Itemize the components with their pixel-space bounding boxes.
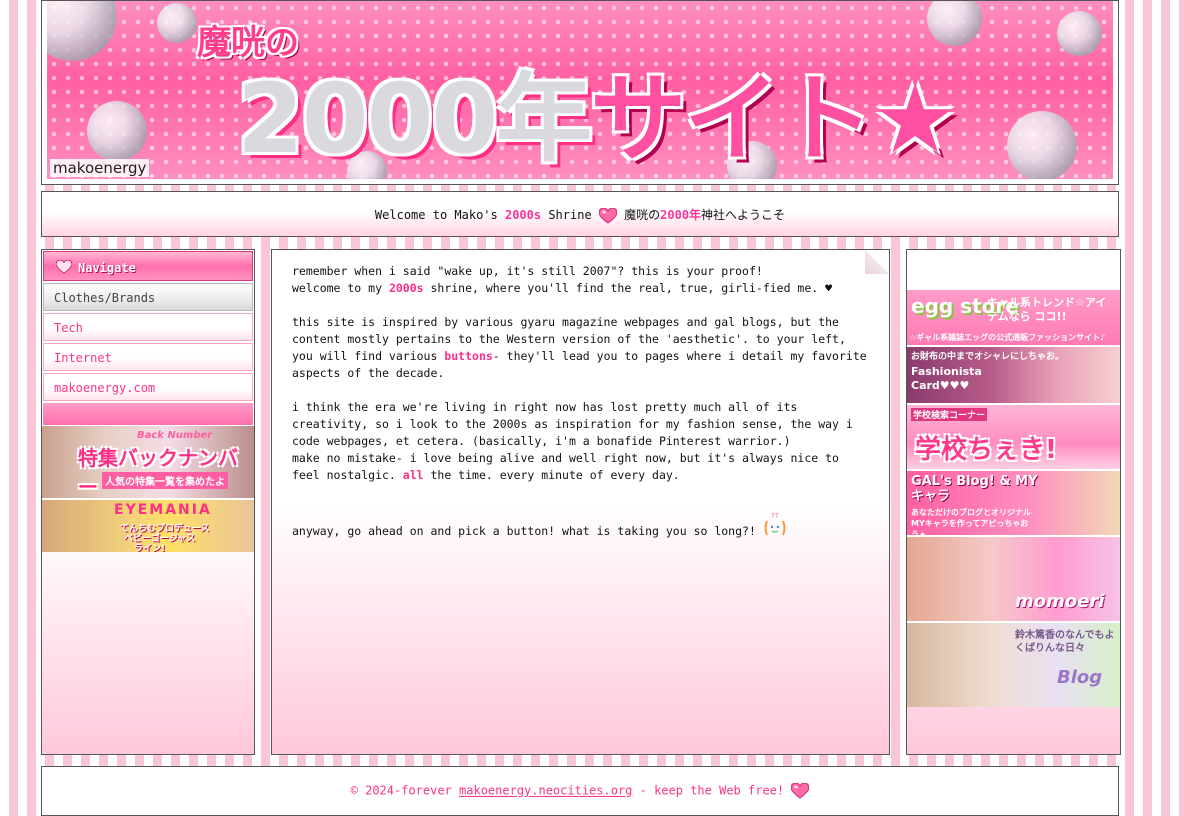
banner-title-site: サイト★ — [590, 63, 958, 175]
ad-fashionista-caption: お財布の中までオシャレにしちゃお。 — [911, 352, 1065, 362]
svg-text:??: ?? — [771, 512, 779, 520]
ad-momoeri-title: momoeri — [1015, 591, 1105, 612]
ad-egg-store-caption: キャル系トレンド☆アイテムなら ココ!! — [987, 296, 1107, 323]
confused-emoticon-icon: ?? — [764, 512, 786, 536]
inspiration-paragraph: this site is inspired by various gyaru m… — [292, 314, 869, 382]
nav-header: Navigate — [43, 251, 253, 281]
ad-egg-store-sub: ☆ギャル系雑誌エッグの公式通販ファッションサイト♪ — [909, 333, 1106, 342]
ad-back-number[interactable]: Back Number 特集バックナンバー 人気の特集一覧を集めたよ — [42, 426, 254, 498]
ad-school-caption: 学校検索コーナー — [911, 408, 988, 421]
footer: © 2024-forever makoenergy.neocities.org … — [41, 766, 1119, 816]
ad-momoeri[interactable]: momoeri — [907, 535, 1120, 621]
heart-icon — [791, 783, 810, 799]
welcome-jp-b: 神社へようこそ — [701, 208, 786, 222]
ad-blog-title: Blog — [1057, 667, 1103, 688]
ad-fashionista-title: Fashionista Card♥♥♥ — [911, 365, 982, 392]
ad-egg-store[interactable]: egg store キャル系トレンド☆アイテムなら ココ!! ☆ギャル系雑誌エッ… — [907, 288, 1120, 345]
banner-image: 魔咣の 2000年サイト★ makoenergy — [47, 1, 1113, 179]
ad-fashionista-card[interactable]: お財布の中までオシャレにしちゃお。 Fashionista Card♥♥♥ — [907, 345, 1120, 403]
era-text-2b: the time. every minute of every day. — [423, 468, 680, 482]
closing-text: anyway, go ahead on and pick a button! w… — [292, 524, 756, 538]
sparkle-decoration — [1007, 111, 1077, 179]
sparkle-decoration — [927, 1, 982, 46]
banner-credit: makoenergy — [50, 159, 150, 177]
nav-item-tech[interactable]: Tech — [43, 313, 253, 341]
ad-blog[interactable]: 鈴木篤香のなんでもよくばりんな日々 Blog — [907, 621, 1120, 707]
welcome-suffix: Shrine — [541, 208, 599, 222]
welcome-jp-highlight: 2000年 — [660, 208, 702, 222]
nav-title: Navigate — [78, 261, 136, 275]
heart-icon — [56, 260, 72, 274]
welcome-bar: Welcome to Mako's 2000s Shrine 魔咣の2000年神… — [41, 191, 1119, 237]
header-banner: 魔咣の 2000年サイト★ makoenergy — [41, 0, 1119, 185]
footer-link[interactable]: makoenergy.neocities.org — [459, 784, 632, 798]
buttons-highlight: buttons — [444, 349, 493, 363]
ad-back-number-subtitle: 人気の特集一覧を集めたよ — [102, 472, 228, 489]
intro-line-1: remember when i said "wake up, it's stil… — [292, 264, 763, 278]
welcome-highlight: 2000s — [504, 208, 542, 222]
era-text-1: i think the era we're living in right no… — [292, 400, 853, 448]
footer-prefix: © 2024-forever — [350, 783, 460, 798]
ad-school-check[interactable]: 学校検索コーナー 学校ちぇき! — [907, 403, 1120, 469]
era-paragraph: i think the era we're living in right no… — [292, 399, 869, 484]
intro-line-2a: welcome to my — [292, 281, 389, 295]
nav-item-internet[interactable]: Internet — [43, 343, 253, 371]
ad-gals-blog[interactable]: GAL's Blog! & MYキャラ あなただけのブログとオリジナルMYキャラ… — [907, 469, 1120, 535]
ad-blog-caption: 鈴木篤香のなんでもよくばりんな日々 — [1015, 630, 1115, 654]
intro-line-2b: shrine, where you'll find the real, true… — [423, 281, 833, 295]
welcome-prefix: Welcome to Mako's — [374, 208, 505, 222]
sparkle-decoration — [1057, 11, 1102, 56]
ad-back-number-script: Back Number — [137, 430, 213, 441]
intro-paragraph: remember when i said "wake up, it's stil… — [292, 263, 869, 297]
left-sidebar: Navigate Clothes/Brands Tech Internet ma… — [41, 249, 255, 755]
closing-paragraph: anyway, go ahead on and pick a button! w… — [292, 511, 869, 540]
banner-title: 2000年サイト★ — [237, 41, 958, 179]
ad-gals-blog-title: GAL's Blog! & MYキャラ — [911, 474, 1038, 504]
ad-school-title: 学校ちぇき! — [915, 435, 1057, 465]
nav-item-clothes-brands[interactable]: Clothes/Brands — [43, 283, 253, 311]
ad-eyemania-top: EYEMANIA — [114, 502, 212, 518]
ad-eyemania-line3: ライン! — [134, 544, 166, 552]
all-highlight: all — [402, 468, 424, 482]
nav-item-makoenergy[interactable]: makoenergy.com — [43, 373, 253, 401]
ad-gals-blog-caption: あなただけのブログとオリジナルMYキャラを作ってアピっちゃおう★ — [911, 508, 1031, 535]
right-sidebar: egg store キャル系トレンド☆アイテムなら ココ!! ☆ギャル系雑誌エッ… — [906, 249, 1121, 755]
heart-icon — [598, 207, 617, 224]
main-content: remember when i said "wake up, it's stil… — [271, 249, 890, 755]
ad-back-number-title: 特集バックナンバー — [78, 446, 238, 498]
intro-highlight: 2000s — [388, 281, 424, 295]
sparkle-decoration — [87, 101, 147, 161]
ad-eyemania[interactable]: EYEMANIA てんちむプロデュース ベビーゴージャス ライン! — [42, 500, 254, 552]
page-fold-decoration — [865, 250, 889, 274]
sparkle-decoration — [47, 1, 117, 61]
sparkle-decoration — [157, 3, 197, 43]
welcome-jp-a: 魔咣の — [624, 208, 661, 222]
nav-divider — [43, 403, 253, 425]
banner-title-year: 2000年 — [237, 63, 592, 175]
footer-suffix: - keep the Web free! — [632, 783, 792, 798]
